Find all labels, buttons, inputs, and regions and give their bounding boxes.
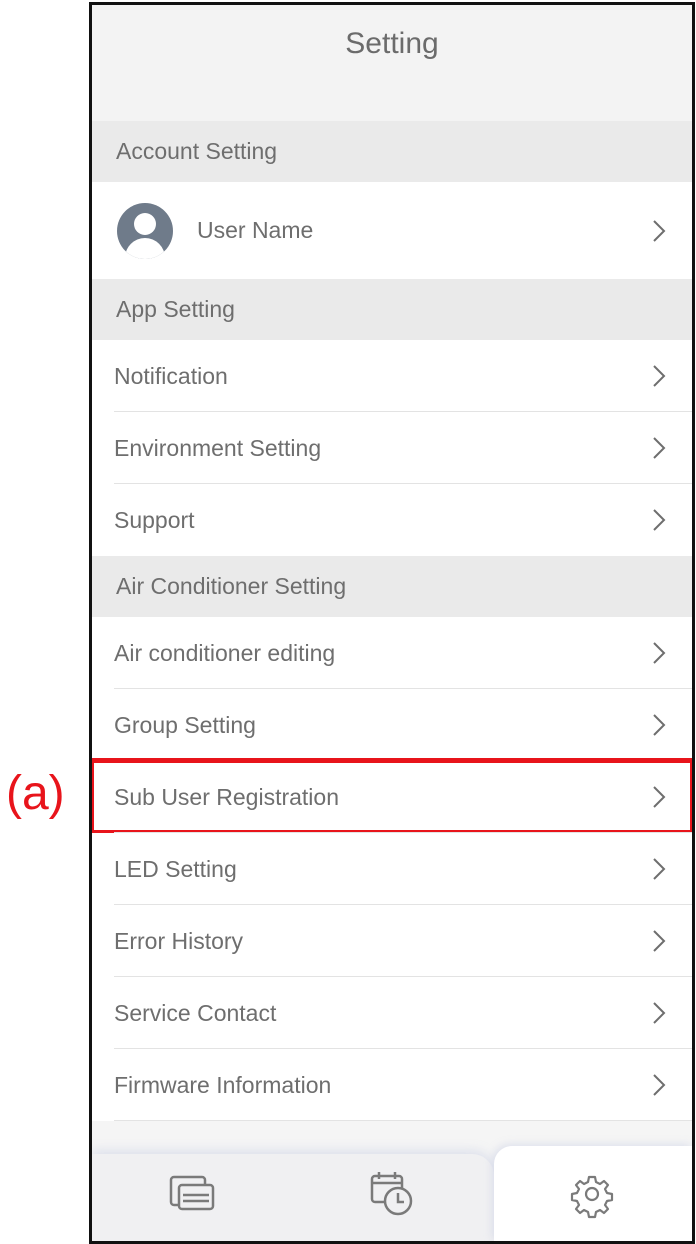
menu-item-air-conditioner-editing[interactable]: Air conditioner editing: [92, 617, 692, 689]
menu-item-error-history[interactable]: Error History: [92, 905, 692, 977]
section-title: App Setting: [116, 296, 235, 322]
menu-item-service-contact[interactable]: Service Contact: [92, 977, 692, 1049]
user-profile-row[interactable]: User Name: [92, 182, 692, 279]
menu-item-label: Air conditioner editing: [114, 639, 336, 666]
menu-item-led-setting[interactable]: LED Setting: [92, 833, 692, 905]
devices-icon[interactable]: [167, 1171, 217, 1221]
section-title: Air Conditioner Setting: [116, 573, 347, 599]
menu-item-label: Error History: [114, 927, 244, 954]
menu-item-environment-setting[interactable]: Environment Setting: [92, 412, 692, 484]
menu-item-label: Notification: [114, 362, 228, 389]
chevron-right-icon: [653, 1074, 666, 1096]
gear-icon[interactable]: [567, 1169, 617, 1219]
chevron-right-icon: [653, 858, 666, 880]
section-title: Account Setting: [116, 138, 278, 164]
bottom-tab-bar: [92, 1146, 692, 1241]
chevron-right-icon: [653, 642, 666, 664]
chevron-right-icon: [653, 786, 666, 808]
menu-item-firmware-information[interactable]: Firmware Information: [92, 1049, 692, 1121]
menu-item-label: Service Contact: [114, 999, 277, 1026]
menu-item-notification[interactable]: Notification: [92, 340, 692, 412]
tab-bar-inactive-area: [92, 1154, 494, 1241]
menu-item-label: Support: [114, 506, 195, 533]
menu-item-sub-user-registration[interactable]: Sub User Registration: [92, 758, 692, 835]
avatar: [117, 202, 173, 259]
menu-item-label: Firmware Information: [114, 1071, 332, 1098]
chevron-right-icon: [653, 219, 666, 242]
chevron-right-icon: [653, 509, 666, 531]
schedule-icon[interactable]: [367, 1168, 417, 1218]
menu-item-label: LED Setting: [114, 855, 237, 882]
chevron-right-icon: [653, 930, 666, 952]
menu-item-label: Environment Setting: [114, 434, 322, 461]
section-header-air-conditioner: Air Conditioner Setting: [92, 556, 692, 617]
page-title: Setting: [345, 27, 439, 60]
menu-item-label: Sub User Registration: [114, 783, 339, 810]
section-header-app: App Setting: [92, 279, 692, 340]
annotation-label: (a): [6, 767, 65, 820]
chevron-right-icon: [653, 437, 666, 459]
user-name-label: User Name: [197, 217, 314, 243]
phone-screen: Setting Account Setting User Name App Se…: [89, 2, 695, 1244]
chevron-right-icon: [653, 1002, 666, 1024]
chevron-right-icon: [653, 365, 666, 387]
menu-item-group-setting[interactable]: Group Setting: [92, 689, 692, 761]
chevron-right-icon: [653, 714, 666, 736]
section-header-account: Account Setting: [92, 121, 692, 182]
menu-item-label: Group Setting: [114, 711, 256, 738]
top-bar: Setting: [92, 5, 692, 121]
menu-item-support[interactable]: Support: [92, 484, 692, 556]
